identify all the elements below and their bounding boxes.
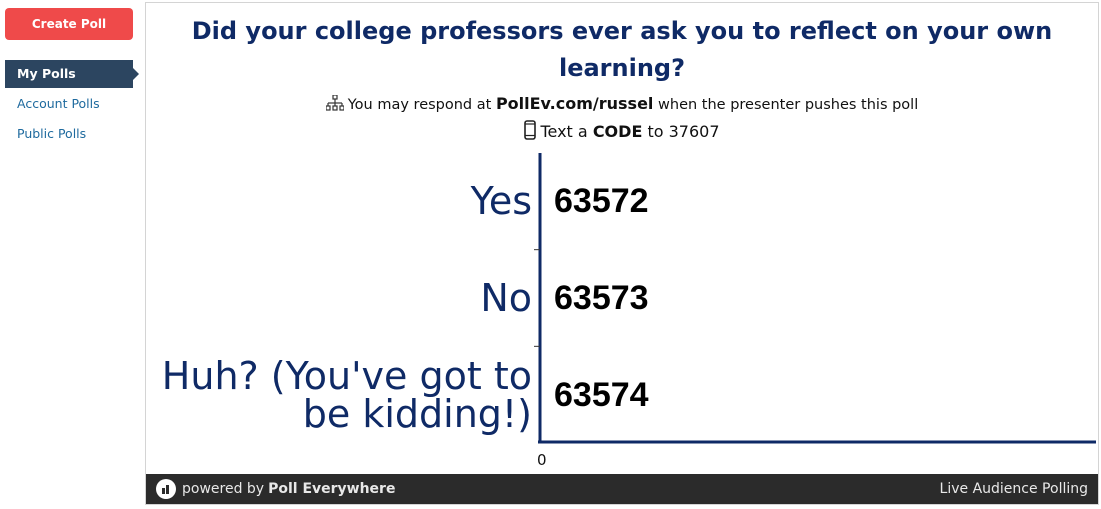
- sidebar-item-public-polls[interactable]: Public Polls: [5, 120, 133, 148]
- footer: powered by Poll Everywhere Live Audience…: [146, 474, 1098, 504]
- category-label: Huh? (You've got to be kidding!): [161, 353, 532, 436]
- create-poll-button[interactable]: Create Poll: [5, 8, 133, 40]
- powered-by-text: powered by: [182, 481, 265, 497]
- sidebar: Create Poll My Polls Account Polls Publi…: [0, 0, 140, 509]
- x-tick-label: 0: [537, 451, 547, 469]
- live-audience-polling-link[interactable]: Live Audience Polling: [940, 481, 1088, 497]
- brand-link[interactable]: Poll Everywhere: [268, 481, 395, 497]
- response-code: 63574: [554, 375, 649, 414]
- poll-everywhere-logo-icon: [156, 479, 176, 499]
- response-code: 63572: [554, 182, 649, 221]
- category-label: Yes: [470, 179, 532, 224]
- category-label: No: [480, 276, 532, 320]
- response-code: 63573: [554, 279, 649, 317]
- sidebar-nav: My Polls Account Polls Public Polls: [5, 60, 140, 150]
- sidebar-item-account-polls[interactable]: Account Polls: [5, 90, 133, 118]
- poll-panel: Did your college professors ever ask you…: [145, 2, 1099, 505]
- poll-chart: Yes No Huh? (You've got to be kidding!) 63…: [146, 3, 1098, 504]
- sidebar-item-my-polls[interactable]: My Polls: [5, 60, 139, 88]
